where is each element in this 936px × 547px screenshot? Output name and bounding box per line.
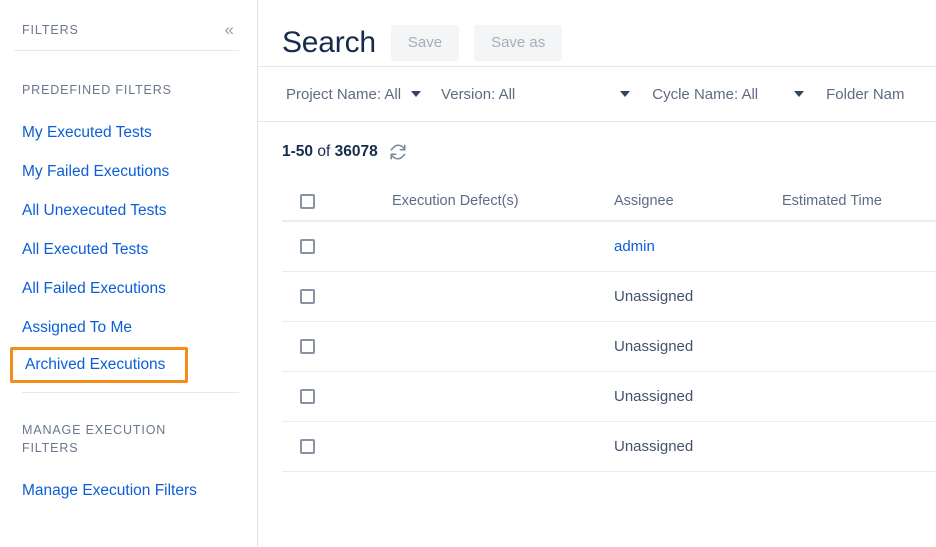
cell-assignee: Unassigned xyxy=(614,388,782,405)
filter-dropdown-version[interactable]: Version: All xyxy=(441,86,630,103)
sidebar-item-my-executed-tests[interactable]: My Executed Tests xyxy=(0,113,257,152)
filters-sidebar: FILTERS « PREDEFINED FILTERS My Executed… xyxy=(0,0,258,547)
row-select-cell xyxy=(282,339,392,354)
assignee-value: Unassigned xyxy=(614,288,693,305)
column-header-execution-defects[interactable]: Execution Defect(s) xyxy=(392,193,614,209)
filter-dropdown-project-name-label: Project Name: All xyxy=(286,86,401,103)
table-row[interactable]: Unassigned xyxy=(282,272,936,322)
row-checkbox[interactable] xyxy=(300,339,315,354)
sidebar-item-assigned-to-me[interactable]: Assigned To Me xyxy=(0,308,257,347)
table-row[interactable]: Unassigned xyxy=(282,322,936,372)
filter-dropdown-cycle-name-label: Cycle Name: All xyxy=(652,86,758,103)
column-header-estimated-time[interactable]: Estimated Time xyxy=(782,193,936,209)
save-as-button[interactable]: Save as xyxy=(474,25,562,61)
filter-dropdown-folder-name[interactable]: Folder Nam xyxy=(826,86,904,103)
refresh-icon[interactable] xyxy=(389,143,407,161)
sidebar-header: FILTERS « xyxy=(0,0,257,42)
table-header-row: Execution Defect(s) Assignee Estimated T… xyxy=(282,182,936,222)
sidebar-item-all-failed-executions[interactable]: All Failed Executions xyxy=(0,269,257,308)
cell-assignee: admin xyxy=(614,238,782,255)
predefined-filters-label: PREDEFINED FILTERS xyxy=(0,81,257,99)
sidebar-divider-top xyxy=(14,50,239,51)
row-select-cell xyxy=(282,439,392,454)
results-range: 1-50 xyxy=(282,143,313,160)
filter-dropdown-version-label: Version: All xyxy=(441,86,515,103)
filter-dropdown-cycle-name[interactable]: Cycle Name: All xyxy=(652,86,804,103)
column-header-assignee[interactable]: Assignee xyxy=(614,193,782,209)
filter-bar: Project Name: All Version: All Cycle Nam… xyxy=(258,66,936,122)
row-select-cell xyxy=(282,239,392,254)
assignee-value: Unassigned xyxy=(614,438,693,455)
sidebar-item-all-executed-tests[interactable]: All Executed Tests xyxy=(0,230,257,269)
row-checkbox[interactable] xyxy=(300,289,315,304)
page-header: Search Save Save as xyxy=(258,0,936,66)
chevron-double-left-icon[interactable]: « xyxy=(225,21,233,38)
select-all-cell xyxy=(282,194,392,209)
chevron-down-icon xyxy=(794,91,804,97)
cell-assignee: Unassigned xyxy=(614,438,782,455)
executions-table: Execution Defect(s) Assignee Estimated T… xyxy=(258,182,936,472)
sidebar-item-my-failed-executions[interactable]: My Failed Executions xyxy=(0,152,257,191)
table-row[interactable]: Unassigned xyxy=(282,372,936,422)
row-checkbox[interactable] xyxy=(300,439,315,454)
results-of-label: of xyxy=(317,143,330,160)
cell-assignee: Unassigned xyxy=(614,288,782,305)
sidebar-item-all-unexecuted-tests[interactable]: All Unexecuted Tests xyxy=(0,191,257,230)
results-total: 36078 xyxy=(335,143,378,160)
cell-assignee: Unassigned xyxy=(614,338,782,355)
row-checkbox[interactable] xyxy=(300,389,315,404)
row-checkbox[interactable] xyxy=(300,239,315,254)
table-row[interactable]: Unassigned xyxy=(282,422,936,472)
chevron-down-icon xyxy=(620,91,630,97)
select-all-checkbox[interactable] xyxy=(300,194,315,209)
filter-dropdown-folder-name-label: Folder Nam xyxy=(826,86,904,103)
manage-execution-filters-label: MANAGE EXECUTION FILTERS xyxy=(0,421,204,457)
assignee-link[interactable]: admin xyxy=(614,238,655,255)
row-select-cell xyxy=(282,289,392,304)
assignee-value: Unassigned xyxy=(614,388,693,405)
results-count-row: 1-50 of 36078 xyxy=(258,122,936,182)
sidebar-divider-bottom xyxy=(22,392,239,393)
page-title: Search xyxy=(282,26,376,60)
row-select-cell xyxy=(282,389,392,404)
sidebar-item-archived-executions[interactable]: Archived Executions xyxy=(10,347,188,383)
predefined-filters-list: My Executed Tests My Failed Executions A… xyxy=(0,113,257,383)
filter-dropdown-project-name[interactable]: Project Name: All xyxy=(286,86,421,103)
chevron-down-icon xyxy=(411,91,421,97)
app-root: FILTERS « PREDEFINED FILTERS My Executed… xyxy=(0,0,936,547)
sidebar-item-manage-execution-filters[interactable]: Manage Execution Filters xyxy=(0,471,257,510)
sidebar-title: FILTERS xyxy=(22,23,79,37)
assignee-value: Unassigned xyxy=(614,338,693,355)
table-row[interactable]: admin xyxy=(282,222,936,272)
results-count: 1-50 of 36078 xyxy=(282,143,378,161)
main-content: Search Save Save as Project Name: All Ve… xyxy=(258,0,936,547)
save-button[interactable]: Save xyxy=(391,25,459,61)
